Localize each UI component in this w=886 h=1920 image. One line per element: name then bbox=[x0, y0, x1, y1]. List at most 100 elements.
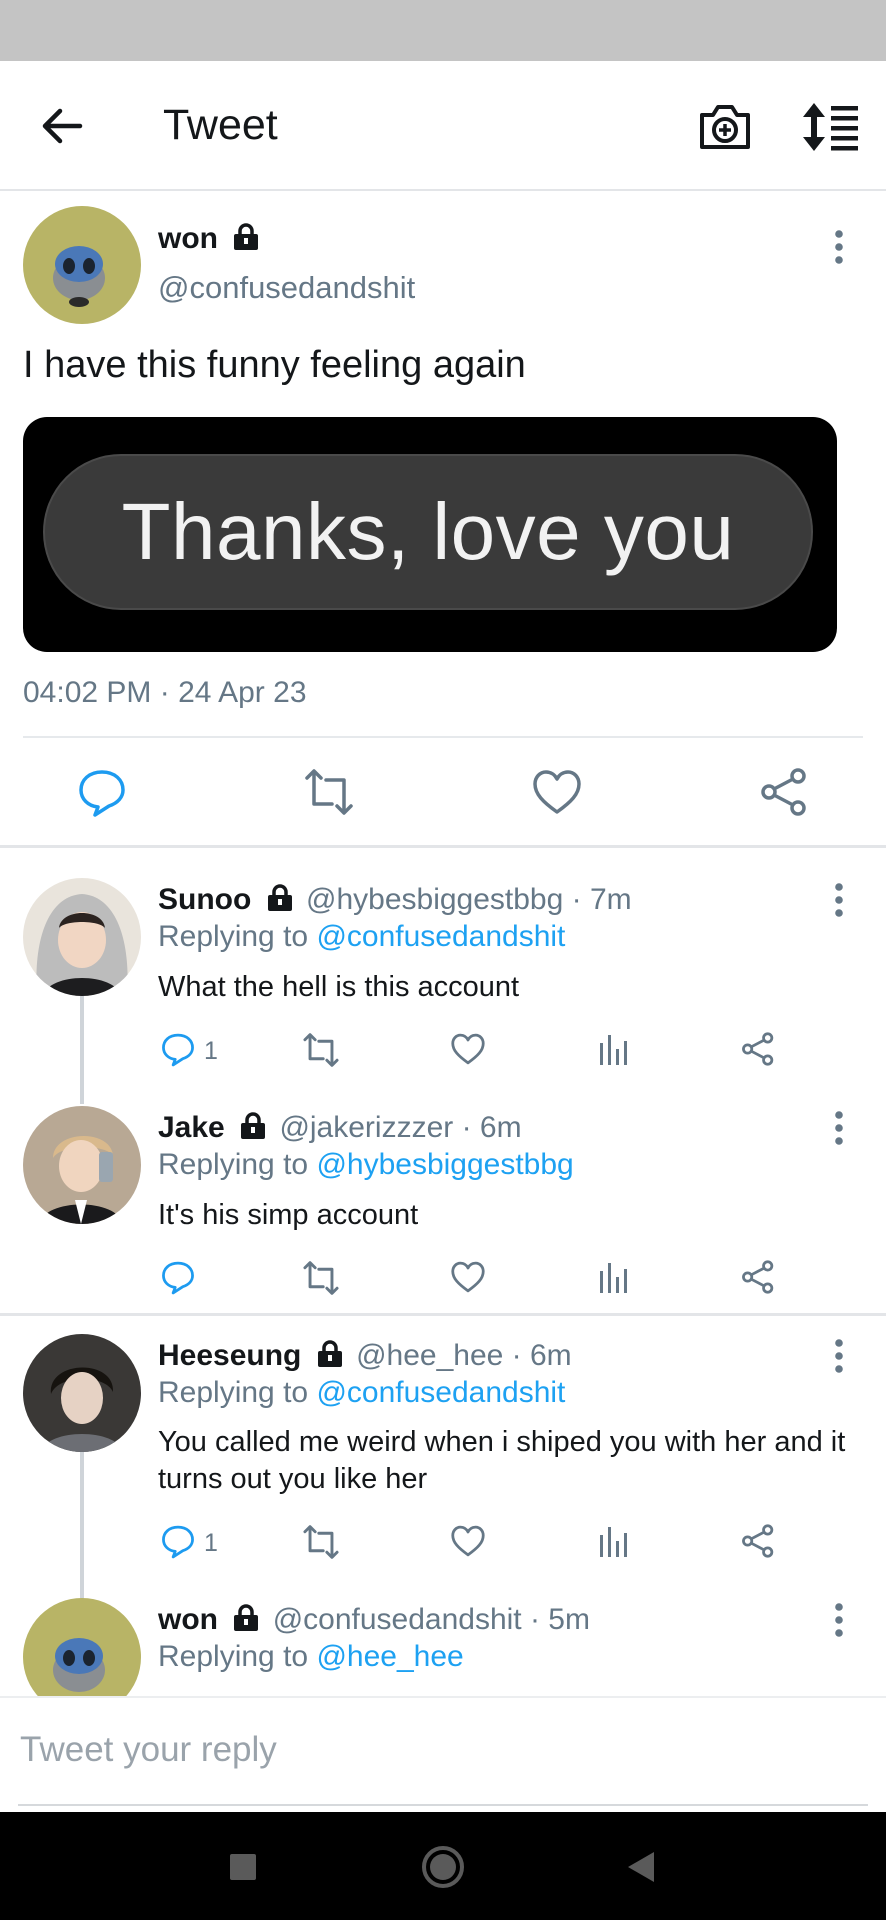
thread-connector bbox=[80, 1452, 84, 1600]
more-vertical-icon bbox=[835, 1339, 843, 1373]
replying-to: Replying to @confusedandshit bbox=[158, 920, 565, 954]
bar-chart-icon bbox=[600, 1263, 627, 1293]
divider bbox=[0, 1313, 886, 1316]
sort-icon bbox=[803, 103, 858, 151]
share-icon bbox=[761, 768, 806, 816]
like-button[interactable] bbox=[450, 1031, 490, 1071]
thread-connector bbox=[80, 996, 84, 1104]
sort-replies-button[interactable] bbox=[800, 99, 862, 155]
reply-button[interactable]: 1 bbox=[160, 1522, 220, 1562]
bar-chart-icon bbox=[600, 1527, 627, 1557]
author-name[interactable]: won bbox=[158, 222, 260, 256]
share-button[interactable] bbox=[740, 1523, 780, 1563]
share-button[interactable] bbox=[740, 1259, 780, 1299]
page-title: Tweet bbox=[163, 101, 278, 149]
divider bbox=[0, 845, 886, 848]
lock-icon bbox=[234, 1604, 259, 1632]
reply-author-name[interactable]: won bbox=[158, 1603, 218, 1636]
replying-to-mention[interactable]: @hybesbiggestbbg bbox=[316, 1148, 573, 1181]
heart-icon bbox=[451, 1261, 485, 1293]
replying-to-label: Replying to bbox=[158, 920, 317, 953]
share-button[interactable] bbox=[758, 766, 810, 818]
replying-to-mention[interactable]: @confusedandshit bbox=[316, 920, 565, 953]
reply-author-handle[interactable]: @hee_hee bbox=[356, 1339, 503, 1372]
heart-icon bbox=[533, 770, 581, 814]
reply-composer bbox=[0, 1696, 886, 1810]
reply-author-name[interactable]: Heeseung bbox=[158, 1339, 301, 1372]
more-vertical-icon bbox=[835, 1111, 843, 1145]
avatar[interactable] bbox=[23, 1334, 141, 1452]
media-bubble: Thanks, love you bbox=[43, 454, 813, 610]
reply-button[interactable] bbox=[160, 1258, 200, 1298]
more-vertical-icon bbox=[835, 230, 843, 264]
more-vertical-icon bbox=[835, 1603, 843, 1637]
bar-chart-icon bbox=[600, 1035, 627, 1065]
home-button[interactable] bbox=[419, 1843, 467, 1891]
reply-author-handle[interactable]: @hybesbiggestbbg bbox=[306, 883, 563, 916]
analytics-button[interactable] bbox=[598, 1261, 630, 1301]
reply-header: Sunoo @hybesbiggestbbg · 7m bbox=[158, 883, 632, 917]
more-options-button[interactable] bbox=[827, 225, 851, 269]
reply-text: You called me weird when i shiped you wi… bbox=[158, 1426, 846, 1495]
reply-header: Heeseung @hee_hee · 6m bbox=[158, 1339, 572, 1373]
comment-icon bbox=[162, 1525, 194, 1559]
reply-header: won @confusedandshit · 5m bbox=[158, 1603, 590, 1637]
top-app-bar: Tweet bbox=[0, 61, 886, 191]
reply-button[interactable] bbox=[76, 766, 128, 818]
comment-icon bbox=[162, 1033, 194, 1067]
reply-time: · 6m bbox=[461, 1111, 522, 1144]
reply-count: 1 bbox=[204, 1529, 218, 1557]
retweet-icon bbox=[303, 1525, 339, 1559]
tweet-media-image[interactable]: Thanks, love you bbox=[23, 417, 837, 652]
replying-to-label: Replying to bbox=[158, 1640, 317, 1673]
like-button[interactable] bbox=[531, 766, 583, 818]
author-handle[interactable]: @confusedandshit bbox=[158, 270, 415, 306]
back-button[interactable] bbox=[36, 101, 92, 151]
reply-time: · 6m bbox=[511, 1339, 572, 1372]
more-options-button[interactable] bbox=[827, 1106, 851, 1150]
camera-add-icon bbox=[700, 105, 750, 149]
avatar[interactable] bbox=[23, 1106, 141, 1224]
reply-author-handle[interactable]: @jakerizzzer bbox=[279, 1111, 453, 1144]
reply-author-name[interactable]: Jake bbox=[158, 1111, 225, 1144]
lock-icon bbox=[267, 884, 292, 912]
like-button[interactable] bbox=[450, 1523, 490, 1563]
replying-to: Replying to @hybesbiggestbbg bbox=[158, 1148, 574, 1182]
more-options-button[interactable] bbox=[827, 1598, 851, 1642]
share-button[interactable] bbox=[740, 1031, 780, 1071]
reply-author-handle[interactable]: @confusedandshit bbox=[273, 1603, 522, 1636]
back-nav-button[interactable] bbox=[618, 1843, 666, 1891]
reply-author-name[interactable]: Sunoo bbox=[158, 883, 251, 916]
reply-header: Jake @jakerizzzer · 6m bbox=[158, 1111, 522, 1145]
reply-time: · 7m bbox=[571, 883, 632, 916]
like-button[interactable] bbox=[450, 1259, 490, 1299]
share-icon bbox=[742, 1524, 774, 1558]
reply-text: What the hell is this account bbox=[158, 971, 520, 1003]
retweet-button[interactable] bbox=[303, 766, 355, 818]
reply-button[interactable]: 1 bbox=[160, 1030, 220, 1070]
comment-icon bbox=[79, 770, 125, 817]
retweet-button[interactable] bbox=[302, 1259, 342, 1299]
status-bar bbox=[0, 0, 886, 61]
lock-icon bbox=[241, 1112, 266, 1140]
avatar[interactable] bbox=[23, 206, 141, 324]
more-options-button[interactable] bbox=[827, 1334, 851, 1378]
replying-to: Replying to @confusedandshit bbox=[158, 1376, 565, 1410]
replying-to-mention[interactable]: @confusedandshit bbox=[316, 1376, 565, 1409]
analytics-button[interactable] bbox=[598, 1033, 630, 1073]
retweet-button[interactable] bbox=[302, 1031, 342, 1071]
author-name-text: won bbox=[158, 222, 218, 255]
recents-button[interactable] bbox=[219, 1843, 267, 1891]
circle-icon bbox=[422, 1846, 464, 1888]
avatar[interactable] bbox=[23, 878, 141, 996]
reply-time: · 5m bbox=[529, 1603, 590, 1636]
tweet-text: I have this funny feeling again bbox=[23, 344, 526, 386]
camera-button[interactable] bbox=[696, 99, 754, 155]
reply-input[interactable] bbox=[18, 1724, 852, 1776]
heart-icon bbox=[451, 1525, 485, 1557]
analytics-button[interactable] bbox=[598, 1525, 630, 1565]
retweet-button[interactable] bbox=[302, 1523, 342, 1563]
replying-to-mention[interactable]: @hee_hee bbox=[316, 1640, 463, 1673]
more-options-button[interactable] bbox=[827, 878, 851, 922]
input-underline bbox=[18, 1804, 868, 1806]
